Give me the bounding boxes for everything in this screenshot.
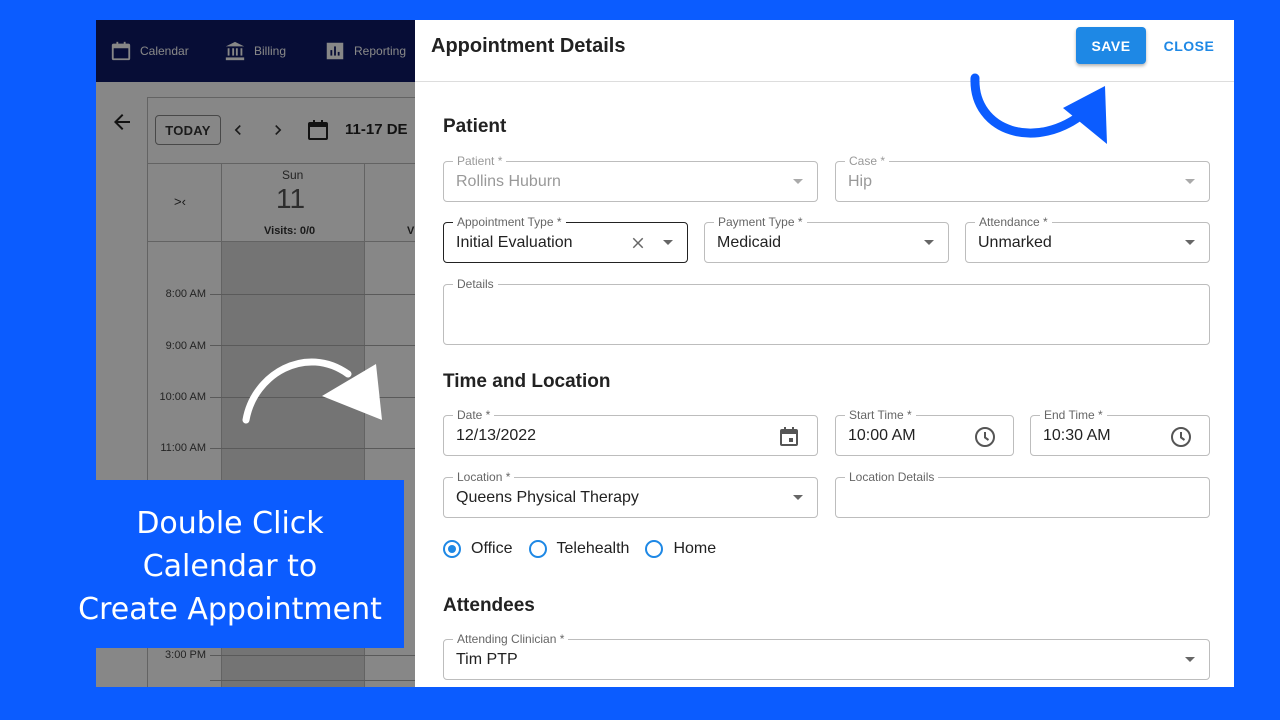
dropdown-caret-icon <box>793 179 803 184</box>
start-time-label: Start Time * <box>845 408 916 422</box>
dialog-title: Appointment Details <box>431 35 626 57</box>
end-time-field[interactable]: End Time * 10:30 AM <box>1030 408 1210 456</box>
location-value: Queens Physical Therapy <box>456 489 639 506</box>
clear-icon[interactable] <box>629 234 647 252</box>
close-button[interactable]: CLOSE <box>1161 27 1217 64</box>
payment-type-value: Medicaid <box>717 234 782 251</box>
start-time-field[interactable]: Start Time * 10:00 AM <box>835 408 1014 456</box>
appointment-type-label: Appointment Type * <box>453 215 566 229</box>
start-time-value: 10:00 AM <box>848 427 916 444</box>
end-time-value: 10:30 AM <box>1043 427 1111 444</box>
case-select[interactable]: Case * Hip <box>835 154 1210 202</box>
patient-select[interactable]: Patient * Rollins Huburn <box>443 154 818 202</box>
date-value: 12/13/2022 <box>456 427 537 444</box>
location-details-field[interactable]: Location Details <box>835 470 1210 518</box>
clock-icon[interactable] <box>973 425 997 449</box>
section-patient: Patient <box>443 116 507 137</box>
appointment-type-value: Initial Evaluation <box>456 234 573 251</box>
dropdown-caret-icon <box>924 240 934 245</box>
radio-unchecked-icon <box>528 540 547 558</box>
end-time-label: End Time * <box>1040 408 1107 422</box>
case-value: Hip <box>848 173 873 190</box>
section-attendees: Attendees <box>443 595 535 616</box>
attendance-label: Attendance * <box>975 215 1052 229</box>
curved-arrow-icon <box>242 358 382 424</box>
radio-unchecked-icon <box>645 540 664 558</box>
clock-icon[interactable] <box>1169 425 1193 449</box>
calendar-icon[interactable] <box>777 425 801 449</box>
dropdown-caret-icon <box>663 240 673 245</box>
dropdown-caret-icon <box>1185 179 1195 184</box>
clinician-select[interactable]: Attending Clinician * Tim PTP <box>443 632 1210 680</box>
radio-office-label: Office <box>471 540 513 557</box>
attendance-value: Unmarked <box>978 234 1052 251</box>
date-field[interactable]: Date * 12/13/2022 <box>443 408 818 456</box>
radio-telehealth-label: Telehealth <box>556 540 630 557</box>
section-time-location: Time and Location <box>443 371 611 392</box>
pointer-arrow-icon <box>970 73 1107 144</box>
radio-office[interactable]: Office <box>443 540 513 558</box>
radio-home[interactable]: Home <box>645 540 716 558</box>
case-label: Case * <box>845 154 890 168</box>
appointment-type-select[interactable]: Appointment Type * Initial Evaluation <box>443 215 688 263</box>
details-label: Details <box>453 277 498 291</box>
dropdown-caret-icon <box>1185 657 1195 662</box>
dropdown-caret-icon <box>1185 240 1195 245</box>
details-textarea[interactable]: Details <box>443 277 1210 345</box>
clinician-value: Tim PTP <box>456 651 518 668</box>
location-label: Location * <box>453 470 515 484</box>
patient-label: Patient * <box>453 154 507 168</box>
attendance-select[interactable]: Attendance * Unmarked <box>965 215 1210 263</box>
patient-value: Rollins Huburn <box>456 173 561 190</box>
radio-checked-icon <box>443 540 461 558</box>
location-select[interactable]: Location * Queens Physical Therapy <box>443 470 818 518</box>
caption-text: Double Click Calendar to Create Appointm… <box>78 506 382 627</box>
dropdown-caret-icon <box>793 495 803 500</box>
appointment-dialog: Appointment Details SAVE CLOSE Patient P… <box>415 20 1234 687</box>
date-label: Date * <box>453 408 495 422</box>
radio-telehealth[interactable]: Telehealth <box>528 540 630 558</box>
radio-home-label: Home <box>673 540 717 557</box>
location-details-label: Location Details <box>845 470 939 484</box>
save-button[interactable]: SAVE <box>1076 27 1146 64</box>
clinician-label: Attending Clinician * <box>453 632 569 646</box>
visit-mode-radio-group: Office Telehealth Home <box>443 540 732 558</box>
payment-type-select[interactable]: Payment Type * Medicaid <box>704 215 949 263</box>
payment-type-label: Payment Type * <box>714 215 807 229</box>
